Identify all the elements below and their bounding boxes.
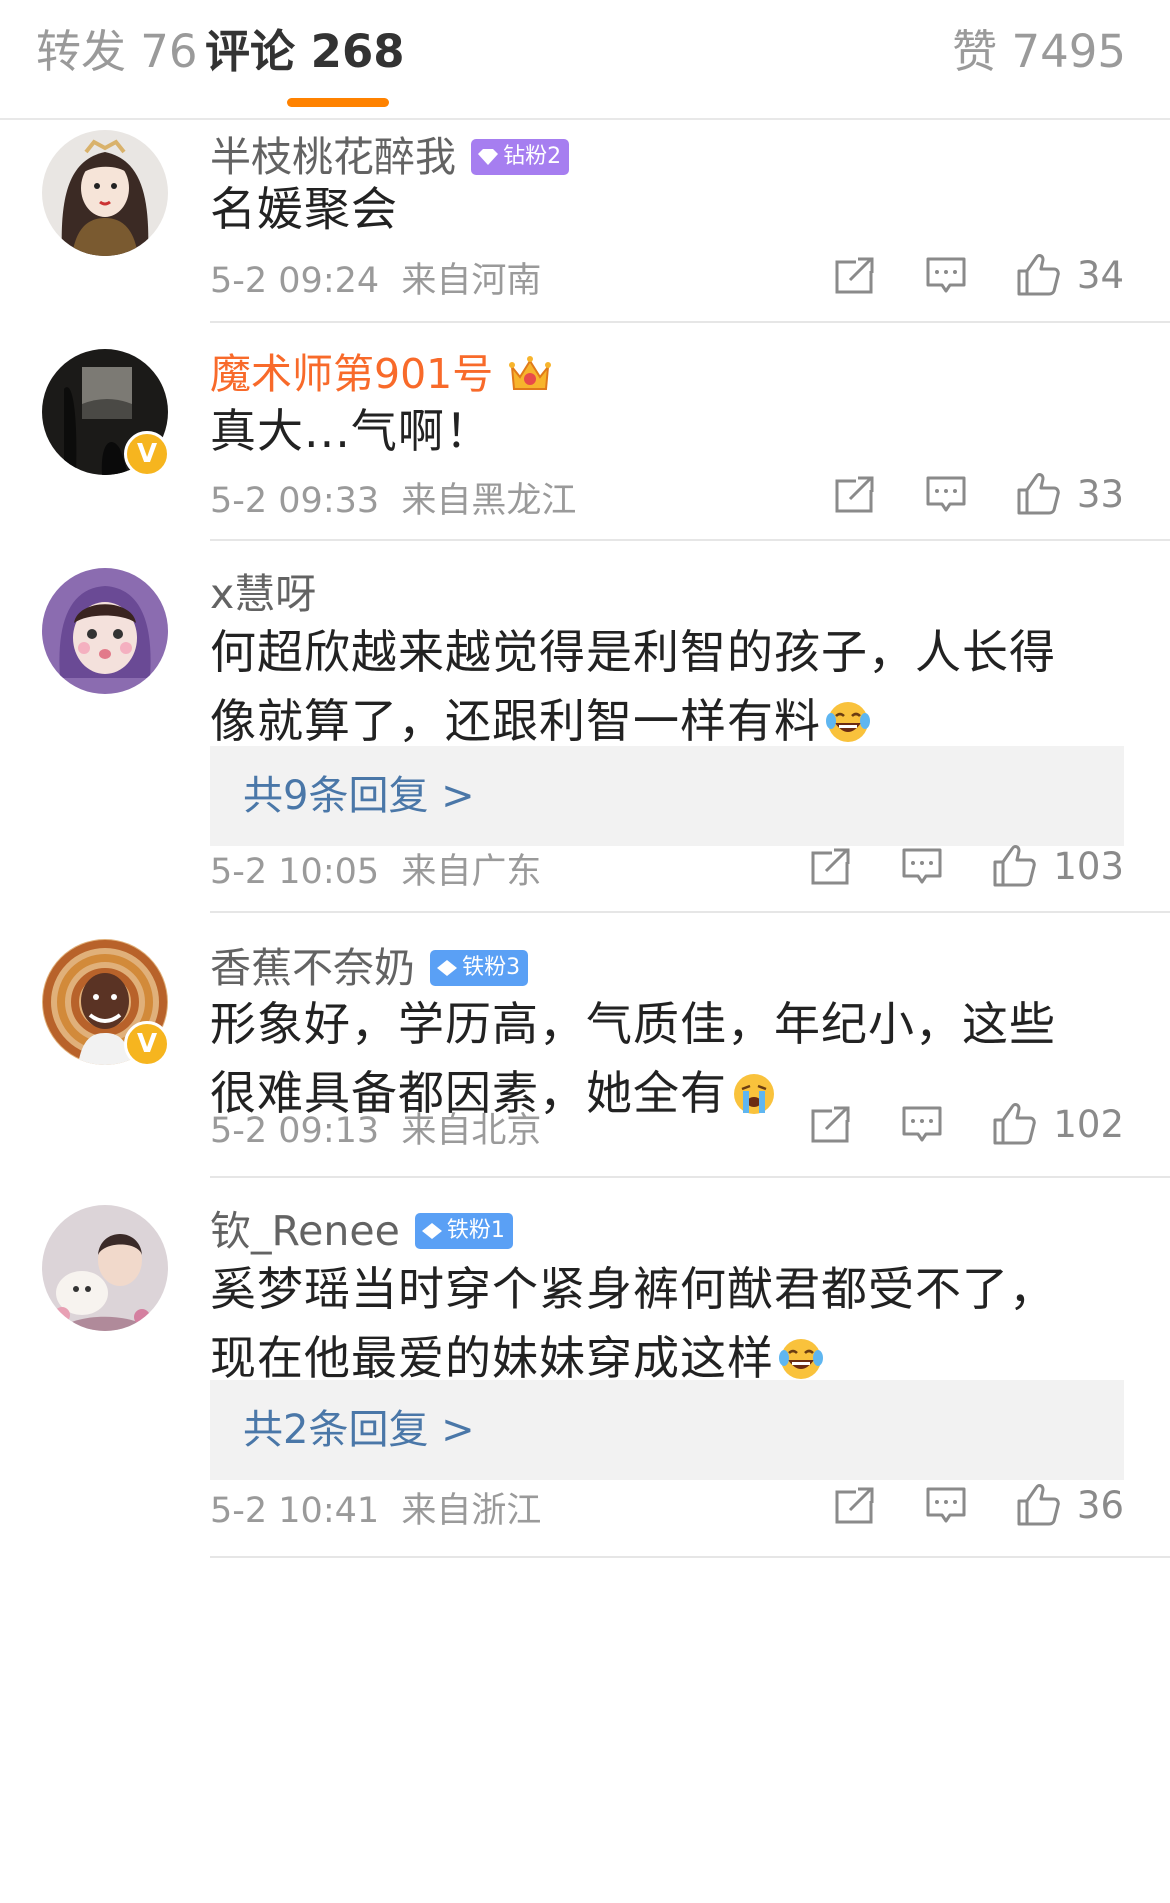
fan-badge: 铁粉1	[414, 1213, 513, 1249]
fan-badge: 钻粉2	[471, 139, 570, 175]
diamond-icon	[437, 960, 458, 976]
comment-meta: 5-2 10:41 来自浙江	[210, 1486, 541, 1536]
comment-time: 5-2 10:41	[210, 1491, 380, 1531]
comment-time: 5-2 09:24	[210, 261, 380, 301]
comment-item: V 香蕉不奈奶 铁粉3 形象好，学历高，气质佳，年纪小，这些 很难具备都因素，她…	[0, 913, 1170, 1178]
username-row: x慧呀	[210, 567, 316, 621]
thumbs-up-icon[interactable]	[1016, 471, 1062, 517]
comment-time: 5-2 09:33	[210, 481, 380, 521]
comment-line: 奚梦瑶当时穿个紧身裤何猷君都受不了，	[210, 1262, 1056, 1316]
comment-icon[interactable]	[901, 845, 943, 887]
comment-tabs: 转发 76 评论 268 赞 7495	[0, 0, 1170, 120]
share-icon[interactable]	[834, 1484, 876, 1526]
like-count: 102	[1053, 1102, 1124, 1146]
like-count: 34	[1076, 253, 1124, 297]
laugh-cry-emoji	[779, 1339, 823, 1379]
username[interactable]: x慧呀	[210, 567, 316, 621]
username-row: 魔术师第901号	[210, 347, 552, 401]
comment-actions: 36	[834, 1482, 1124, 1542]
avatar-image	[42, 130, 168, 256]
comment-icon[interactable]	[925, 1484, 967, 1526]
fan-badge-label: 铁粉3	[462, 955, 521, 980]
replies-label: 共9条回复 >	[243, 773, 475, 819]
comment-line-text: 像就算了，还跟利智一样有料	[210, 694, 821, 748]
comment-item: x慧呀 何超欣越来越觉得是利智的孩子，人长得 像就算了，还跟利智一样有料 共9条…	[0, 541, 1170, 913]
fan-badge-label: 铁粉1	[446, 1218, 505, 1243]
fan-badge-label: 钻粉2	[503, 144, 562, 169]
comment-line: 何超欣越来越觉得是利智的孩子，人长得	[210, 625, 1056, 679]
comment-time: 5-2 10:05	[210, 852, 380, 892]
comment-text: 真大...气啊！	[210, 397, 492, 466]
like-count: 33	[1076, 472, 1124, 516]
comment-actions: 102	[810, 1101, 1124, 1161]
comment-meta: 5-2 09:33 来自黑龙江	[210, 476, 576, 526]
comment-text: 名媛聚会	[210, 175, 398, 244]
comment-actions: 33	[834, 471, 1124, 531]
username[interactable]: 钦_Renee	[210, 1204, 400, 1258]
crown-icon	[509, 356, 552, 390]
avatar[interactable]: V	[42, 939, 170, 1067]
username[interactable]: 香蕉不奈奶	[210, 941, 415, 995]
comment-item: V 魔术师第901号 真大...气啊！ 5-2 09:33 来自黑龙江 33	[0, 323, 1170, 541]
diamond-icon	[478, 149, 499, 165]
comment-actions: 34	[834, 252, 1124, 312]
thumbs-up-icon[interactable]	[1016, 252, 1062, 298]
fan-badge: 铁粉3	[430, 950, 529, 986]
comment-line: 真大...气啊！	[210, 404, 492, 458]
username[interactable]: 魔术师第901号	[210, 347, 493, 401]
comment-text: 何超欣越来越觉得是利智的孩子，人长得 像就算了，还跟利智一样有料	[210, 618, 1056, 756]
diamond-icon	[421, 1223, 442, 1239]
divider	[210, 1556, 1170, 1558]
thumbs-up-icon[interactable]	[992, 1101, 1038, 1147]
tab-comments[interactable]: 评论 268	[205, 22, 405, 82]
avatar[interactable]: V	[42, 349, 170, 477]
comment-location: 来自河南	[401, 261, 542, 301]
comment-location: 来自北京	[401, 1111, 542, 1151]
avatar[interactable]	[42, 568, 168, 694]
comment-location: 来自浙江	[401, 1491, 542, 1531]
share-icon[interactable]	[834, 473, 876, 515]
tab-likes[interactable]: 赞 7495	[952, 22, 1126, 82]
avatar-image	[42, 1205, 168, 1331]
comment-icon[interactable]	[925, 254, 967, 296]
verified-badge: V	[124, 1021, 170, 1067]
avatar[interactable]	[42, 130, 168, 256]
comment-actions: 103	[810, 843, 1124, 903]
share-icon[interactable]	[810, 1103, 852, 1145]
thumbs-up-icon[interactable]	[1016, 1482, 1062, 1528]
comment-line-text: 现在他最爱的妹妹穿成这样	[210, 1331, 774, 1385]
comment-item: 半枝桃花醉我 钻粉2 名媛聚会 5-2 09:24 来自河南 34	[0, 120, 1170, 323]
replies-label: 共2条回复 >	[243, 1407, 475, 1453]
avatar-image	[42, 568, 168, 694]
like-count: 103	[1053, 844, 1124, 888]
comment-icon[interactable]	[925, 473, 967, 515]
username-row: 香蕉不奈奶 铁粉3	[210, 941, 529, 995]
comment-item: 钦_Renee 铁粉1 奚梦瑶当时穿个紧身裤何猷君都受不了， 现在他最爱的妹妹穿…	[0, 1178, 1170, 1558]
laugh-cry-emoji	[826, 702, 870, 742]
comment-list: 半枝桃花醉我 钻粉2 名媛聚会 5-2 09:24 来自河南 34 V 魔术师第…	[0, 120, 1170, 1558]
comment-icon[interactable]	[901, 1103, 943, 1145]
tab-repost[interactable]: 转发 76	[36, 22, 198, 82]
comment-meta: 5-2 09:13 来自北京	[210, 1106, 541, 1156]
comment-time: 5-2 09:13	[210, 1111, 380, 1151]
avatar[interactable]	[42, 1205, 168, 1331]
verified-badge: V	[124, 431, 170, 477]
comment-text: 奚梦瑶当时穿个紧身裤何猷君都受不了， 现在他最爱的妹妹穿成这样	[210, 1255, 1056, 1393]
username-row: 钦_Renee 铁粉1	[210, 1204, 513, 1258]
crying-emoji	[734, 1074, 774, 1114]
comment-meta: 5-2 10:05 来自广东	[210, 847, 541, 897]
replies-link[interactable]: 共9条回复 >	[210, 746, 1124, 846]
share-icon[interactable]	[810, 845, 852, 887]
share-icon[interactable]	[834, 254, 876, 296]
active-tab-indicator	[287, 98, 389, 107]
comment-line: 形象好，学历高，气质佳，年纪小，这些	[210, 997, 1056, 1051]
like-count: 36	[1076, 1483, 1124, 1527]
comment-location: 来自黑龙江	[401, 481, 577, 521]
replies-link[interactable]: 共2条回复 >	[210, 1380, 1124, 1480]
comment-meta: 5-2 09:24 来自河南	[210, 256, 541, 306]
comment-location: 来自广东	[401, 852, 542, 892]
thumbs-up-icon[interactable]	[992, 843, 1038, 889]
comment-line: 名媛聚会	[210, 182, 398, 236]
